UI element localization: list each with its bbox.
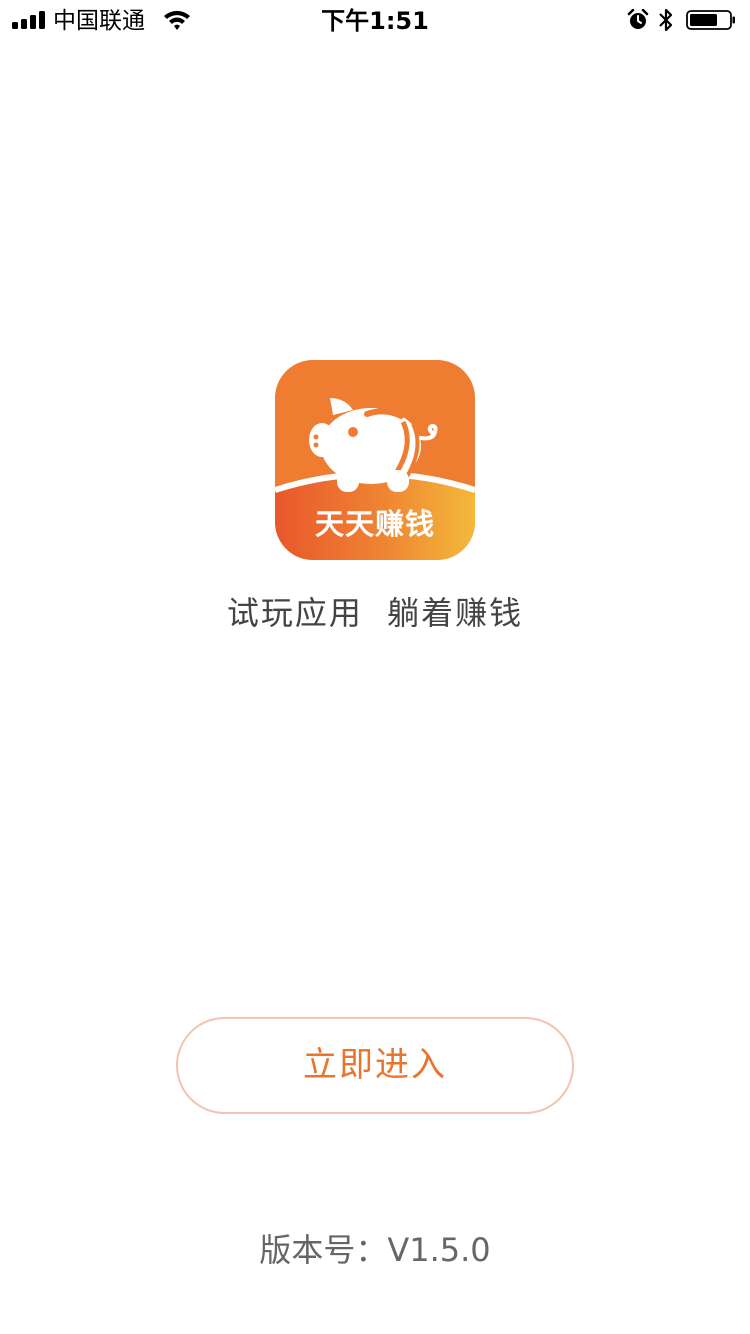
- alarm-icon: [627, 9, 649, 29]
- app-logo: 天天赚钱: [275, 360, 475, 560]
- slogan: 试玩应用 躺着赚钱: [226, 594, 524, 632]
- bluetooth-icon: [659, 8, 673, 32]
- status-bar: 中国联通 下午1:51: [0, 0, 750, 40]
- battery-icon: [686, 10, 735, 30]
- app-icon-label: 天天赚钱: [314, 507, 435, 541]
- enter-now-button[interactable]: 立即进入: [176, 1017, 574, 1114]
- version-label: 版本号：V1.5.0: [259, 1231, 491, 1269]
